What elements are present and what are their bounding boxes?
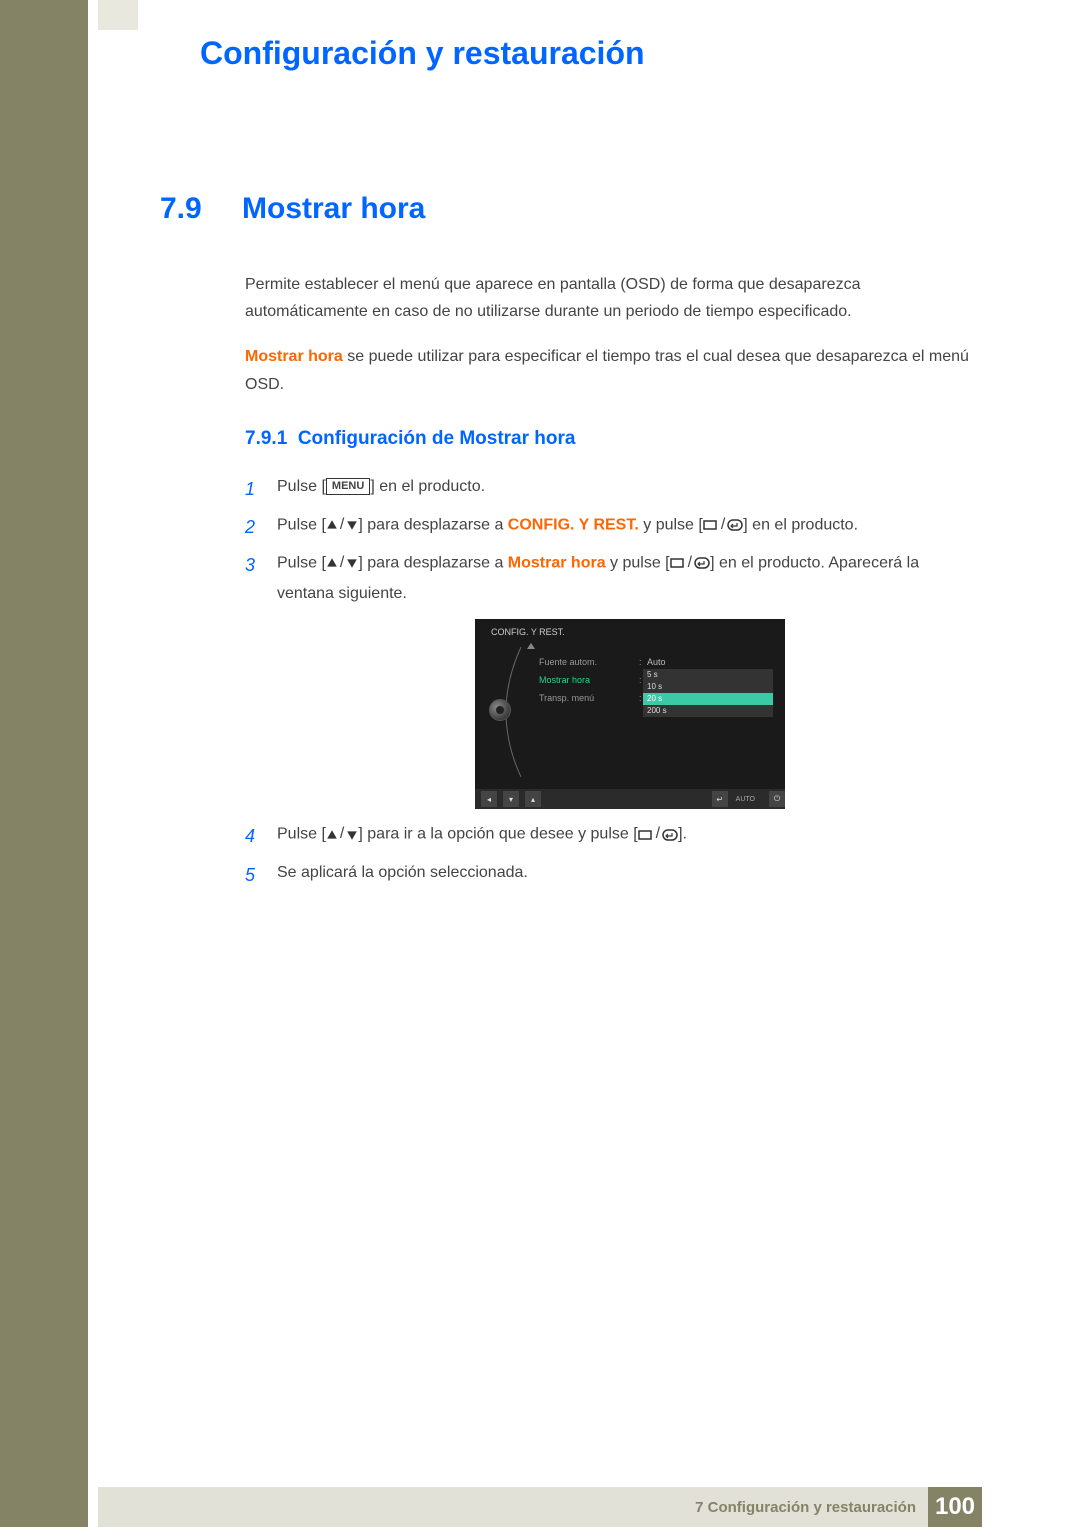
step-text: Pulse [/] para desplazarse a Mostrar hor… — [277, 548, 980, 609]
t: ] en el producto. — [743, 516, 858, 533]
osd-colon: : — [639, 657, 647, 667]
step-5: 5 Se aplicará la opción seleccionada. — [245, 858, 980, 892]
subsection-number: 7.9.1 — [245, 428, 287, 449]
osd-left-icon: ◂ — [481, 791, 497, 807]
t: Pulse [ — [277, 516, 326, 533]
osd-title: CONFIG. Y REST. — [491, 627, 565, 637]
step-post: ] en el producto. — [370, 478, 485, 495]
osd-option: 10 s — [643, 681, 773, 693]
up-down-icon: / — [326, 548, 358, 578]
menu-button-icon: MENU — [326, 478, 370, 494]
step-number: 5 — [245, 858, 259, 892]
osd-value: Auto — [647, 657, 666, 667]
up-down-icon: / — [326, 819, 358, 849]
step-text: Se aplicará la opción seleccionada. — [277, 858, 528, 892]
chapter-title: Configuración y restauración — [200, 35, 980, 72]
osd-options-dropdown: 5 s 10 s 20 s 200 s — [643, 669, 773, 717]
osd-bottom-bar: ◂ ▾ ▴ ↵ AUTO ⏻ — [475, 789, 785, 809]
osd-label: Transp. menú — [539, 693, 639, 703]
osd-auto-label: AUTO — [736, 796, 755, 803]
osd-down-icon: ▾ — [503, 791, 519, 807]
step-number: 4 — [245, 819, 259, 853]
intro-paragraph-1: Permite establecer el menú que aparece e… — [245, 271, 980, 325]
osd-label: Fuente autom. — [539, 657, 639, 667]
osd-enter-icon: ↵ — [712, 791, 728, 807]
osd-power-icon: ⏻ — [769, 791, 785, 807]
page-number: 100 — [928, 1487, 982, 1527]
step-number: 3 — [245, 548, 259, 609]
intro-paragraph-2: Mostrar hora se puede utilizar para espe… — [245, 343, 980, 397]
step-3: 3 Pulse [/] para desplazarse a Mostrar h… — [245, 548, 980, 609]
steps-list: 1 Pulse [MENU] en el producto. 2 Pulse [… — [245, 472, 980, 892]
t: ]. — [678, 826, 687, 843]
select-enter-icon: / — [638, 819, 678, 849]
section-title: Mostrar hora — [242, 192, 425, 226]
step-text: Pulse [/] para desplazarse a CONFIG. Y R… — [277, 510, 858, 544]
intro-bold: Mostrar hora — [245, 348, 343, 365]
t: ] para desplazarse a — [358, 516, 507, 533]
section-heading: 7.9 Mostrar hora — [160, 192, 980, 226]
page-footer: 7 Configuración y restauración 100 — [0, 1487, 1080, 1527]
t: ] para ir a la opción que desee y pulse … — [358, 826, 637, 843]
t: Pulse [ — [277, 555, 326, 572]
up-down-icon: / — [326, 510, 358, 540]
osd-screenshot: CONFIG. Y REST. Fuente autom. : Auto Mos… — [475, 619, 785, 809]
t: Pulse [ — [277, 826, 326, 843]
t: y pulse [ — [639, 516, 703, 533]
step-number: 1 — [245, 472, 259, 506]
osd-up-icon: ▴ — [525, 791, 541, 807]
footer-chapter-ref: 7 Configuración y restauración — [695, 1499, 916, 1516]
t: ] para desplazarse a — [358, 555, 507, 572]
osd-option: 5 s — [643, 669, 773, 681]
step-text: Pulse [/] para ir a la opción que desee … — [277, 819, 687, 853]
page-content: Configuración y restauración 7.9 Mostrar… — [100, 0, 1040, 896]
select-enter-icon: / — [670, 548, 710, 578]
step-2: 2 Pulse [/] para desplazarse a CONFIG. Y… — [245, 510, 980, 544]
t: y pulse [ — [606, 555, 670, 572]
osd-option: 200 s — [643, 705, 773, 717]
section-number: 7.9 — [160, 192, 220, 226]
step-1: 1 Pulse [MENU] en el producto. — [245, 472, 980, 506]
step-pre: Pulse [ — [277, 478, 326, 495]
left-margin-bar — [0, 0, 90, 1527]
step-bold: Mostrar hora — [508, 555, 606, 572]
osd-option-selected: 20 s — [643, 693, 773, 705]
left-inner-gap — [88, 0, 98, 1527]
subsection-heading: 7.9.1 Configuración de Mostrar hora — [245, 428, 980, 450]
osd-up-arrow-icon — [527, 641, 535, 651]
osd-label-active: Mostrar hora — [539, 675, 639, 685]
step-bold: CONFIG. Y REST. — [508, 516, 639, 533]
select-enter-icon: / — [703, 510, 743, 540]
step-text: Pulse [MENU] en el producto. — [277, 472, 485, 506]
subsection-title: Configuración de Mostrar hora — [298, 428, 576, 449]
intro-rest: se puede utilizar para especificar el ti… — [245, 348, 969, 392]
step-number: 2 — [245, 510, 259, 544]
footer-bar: 7 Configuración y restauración — [98, 1487, 928, 1527]
step-4: 4 Pulse [/] para ir a la opción que dese… — [245, 819, 980, 853]
